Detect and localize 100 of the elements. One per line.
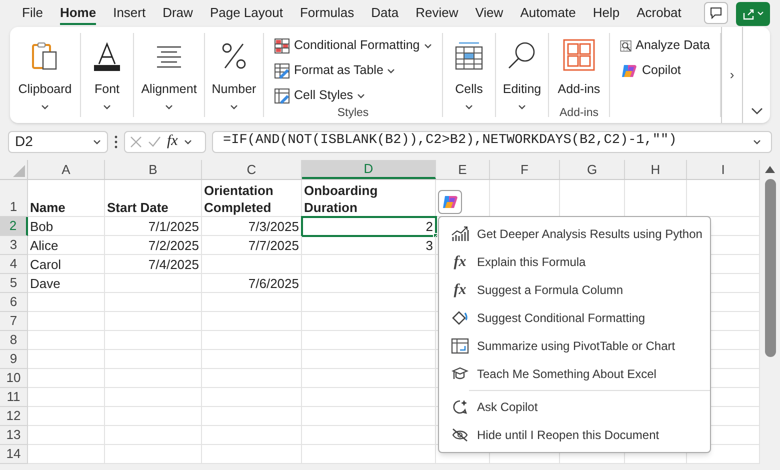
paint-bucket-icon (451, 310, 469, 326)
table-cell: Alice (28, 236, 105, 255)
format-table-icon (274, 62, 290, 78)
chevron-down-icon (518, 104, 526, 110)
table-cell: 3 (302, 236, 436, 255)
chevron-down-icon (40, 104, 49, 110)
font-color-icon (91, 40, 123, 72)
chevron-down-icon (165, 104, 173, 110)
conditional-formatting-icon (274, 38, 290, 54)
ribbon-command[interactable]: Analyze Data (620, 33, 710, 58)
scroll-thumb[interactable] (764, 179, 776, 357)
row-header[interactable]: 4 (0, 255, 28, 274)
column-header[interactable]: D (302, 160, 436, 179)
menu-tab[interactable]: Insert (113, 2, 146, 24)
menu-item[interactable]: Get Deeper Analysis Results using Python (439, 220, 710, 248)
menu-item[interactable]: Summarize using PivotTable or Chart (439, 332, 710, 360)
menu-item[interactable]: Suggest Conditional Formatting (439, 304, 710, 332)
share-icon (742, 8, 755, 20)
table-cell: Start Date (105, 180, 202, 217)
row-header[interactable]: 9 (0, 350, 28, 369)
column-header[interactable]: B (105, 160, 202, 179)
scroll-up-icon[interactable] (765, 166, 775, 173)
table-cell: 7/4/2025 (105, 255, 202, 274)
ribbon-button[interactable]: Add-ins (554, 33, 604, 99)
column-header[interactable]: E (436, 160, 490, 179)
ribbon-command[interactable]: Cell Styles (274, 83, 432, 108)
table-cell: Name (28, 180, 105, 217)
row-header[interactable]: 8 (0, 331, 28, 350)
ribbon-button[interactable]: Cells (449, 33, 489, 110)
row-header[interactable]: 2 (0, 217, 28, 236)
comment-icon (710, 6, 722, 18)
row-header[interactable]: 14 (0, 445, 28, 464)
row-header[interactable]: 6 (0, 293, 28, 312)
cell-styles-icon (274, 88, 290, 104)
copilot-button[interactable] (438, 190, 462, 214)
table-cell: 7/1/2025 (105, 217, 202, 236)
function-icon: fx (454, 250, 466, 274)
menu-tab[interactable]: File (22, 2, 43, 24)
ribbon-button[interactable]: Clipboard (14, 33, 76, 110)
table-cell: 2 (302, 217, 436, 236)
menu-tab[interactable]: View (475, 2, 504, 24)
ribbon-button[interactable]: Alignment (137, 33, 201, 110)
chart-trend-icon (451, 226, 469, 242)
chevron-down-icon (93, 138, 101, 144)
hidden-eye-icon (451, 427, 469, 443)
table-cell: 7/7/2025 (202, 236, 302, 255)
ribbon-button[interactable]: Font (87, 33, 127, 110)
chevron-down-icon (465, 104, 473, 110)
menu-tab[interactable]: Page Layout (210, 2, 283, 24)
menu-item[interactable]: fx Suggest a Formula Column (439, 276, 710, 304)
ribbon-button[interactable]: Number (208, 33, 260, 110)
column-header[interactable]: G (560, 160, 625, 179)
collapse-ribbon-icon[interactable] (750, 107, 762, 115)
ribbon-command[interactable]: Conditional Formatting (274, 33, 432, 58)
chevron-down-icon (184, 138, 192, 144)
ribbon-command[interactable]: Format as Table (274, 58, 432, 83)
menu-tab[interactable]: Draw (162, 2, 193, 24)
ribbon-scroll-button[interactable]: › (721, 27, 743, 123)
group-label: Add-ins (560, 106, 598, 121)
row-header[interactable]: 12 (0, 407, 28, 426)
name-box[interactable]: D2 (8, 130, 108, 152)
chevron-down-icon (230, 104, 238, 110)
column-header[interactable]: H (625, 160, 687, 179)
column-header[interactable]: A (28, 160, 105, 179)
table-cell: Onboarding Duration (302, 180, 436, 217)
group-label: Styles (337, 106, 369, 121)
row-header[interactable]: 11 (0, 388, 28, 407)
chevron-down-icon (753, 138, 761, 144)
menu-item[interactable]: fx Explain this Formula (439, 248, 710, 276)
comment-button[interactable] (704, 2, 728, 24)
menu-tab[interactable]: Review (416, 2, 458, 24)
insert-function-button[interactable]: fx (167, 134, 178, 149)
menu-tab[interactable]: Data (371, 2, 399, 24)
ribbon-command[interactable]: Copilot (620, 58, 710, 83)
menu-tab[interactable]: Acrobat (636, 2, 682, 24)
table-cell: Bob (28, 217, 105, 236)
row-header[interactable]: 13 (0, 426, 28, 445)
formula-field[interactable]: =IF(AND(NOT(ISBLANK(B2)),C2>B2),NETWORKDAYS(B2,C2)-1,"") (212, 130, 772, 152)
chat-sparkle-icon (451, 399, 469, 415)
add-ins-icon (562, 38, 596, 72)
table-cells-icon (453, 40, 485, 72)
row-header[interactable]: 5 (0, 274, 28, 293)
menu-item[interactable]: Ask Copilot (439, 393, 680, 421)
menu-item[interactable]: Teach Me Something About Excel (439, 360, 710, 388)
menu-tab[interactable]: Home (60, 2, 96, 24)
table-cell: 7/3/2025 (202, 217, 302, 236)
column-header[interactable]: F (490, 160, 560, 179)
menu-tab[interactable]: Formulas (300, 2, 354, 24)
ribbon-button[interactable]: Editing (498, 33, 546, 110)
share-button[interactable] (736, 2, 770, 26)
row-header[interactable]: 10 (0, 369, 28, 388)
row-header[interactable]: 1 (0, 180, 28, 217)
row-header[interactable]: 7 (0, 312, 28, 331)
menu-item[interactable]: Hide until I Reopen this Document (439, 421, 680, 449)
menu-tab[interactable]: Automate (520, 2, 576, 24)
chevron-down-icon (103, 104, 111, 110)
more-options-icon[interactable] (114, 134, 118, 148)
menu-tab[interactable]: Help (592, 2, 620, 24)
row-header[interactable]: 3 (0, 236, 28, 255)
table-cell: Carol (28, 255, 105, 274)
